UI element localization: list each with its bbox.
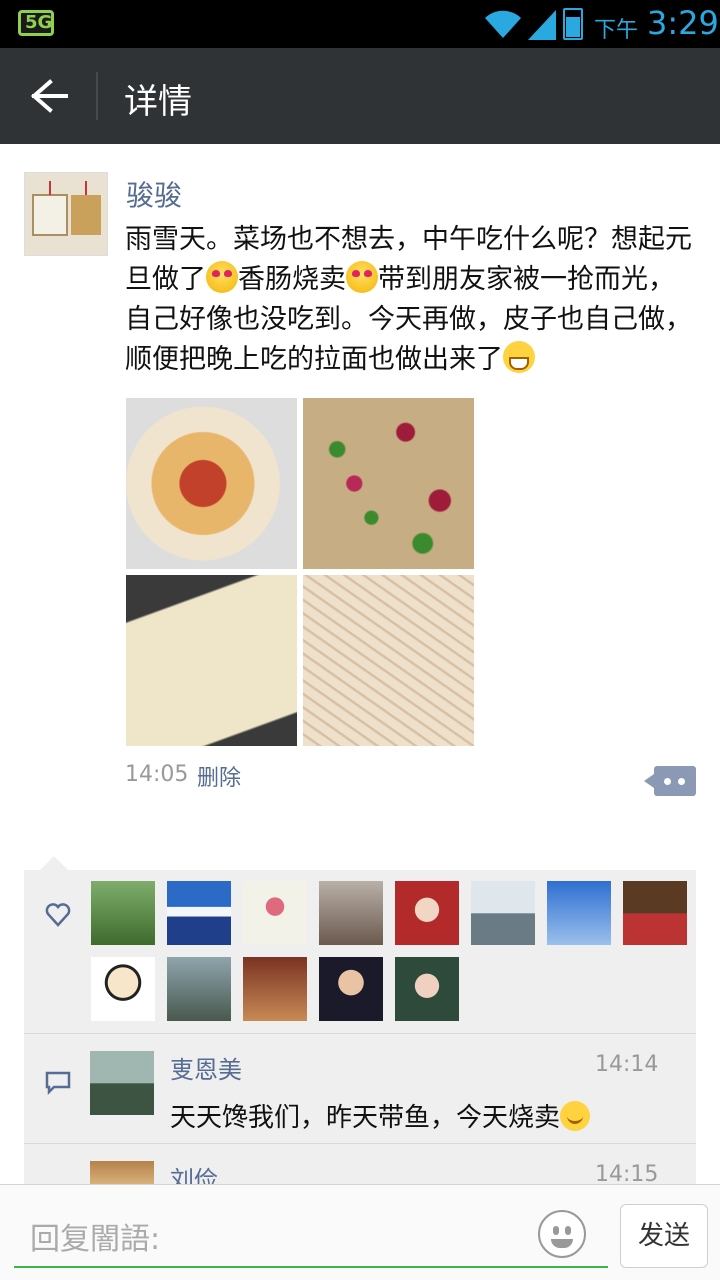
liker-avatar[interactable]	[547, 881, 611, 945]
back-arrow-icon[interactable]	[22, 76, 74, 116]
comment-icon	[45, 1071, 71, 1096]
delete-button[interactable]: 删除	[197, 760, 241, 792]
clock: 3:29	[647, 4, 719, 42]
liker-avatar[interactable]	[91, 957, 155, 1021]
signal-icon	[528, 10, 556, 40]
commenter-name[interactable]: 叓恩美	[170, 1050, 242, 1085]
post-content: 雨雪天。菜场也不想去，中午吃什么呢？想起元旦做了 香肠烧卖 带到朋友家被一抢而光，自…	[125, 220, 695, 380]
post-photo-2[interactable]	[303, 398, 474, 569]
divider	[24, 1033, 696, 1034]
heart-eyes-emoji-icon	[346, 261, 378, 293]
comment-text-content: 天天馋我们，昨天带鱼，今天烧卖	[170, 1103, 561, 1133]
dot-icon	[664, 778, 671, 785]
dot-icon	[678, 778, 685, 785]
post-photo-3[interactable]	[126, 575, 297, 746]
battery-icon	[563, 8, 583, 40]
page-title: 详情	[124, 82, 192, 122]
divider	[24, 1143, 696, 1144]
liker-avatar[interactable]	[319, 957, 383, 1021]
post-text-part2: 香肠烧卖	[238, 264, 346, 295]
wifi-icon	[485, 10, 521, 38]
liker-avatar[interactable]	[395, 881, 459, 945]
liker-avatar[interactable]	[167, 881, 231, 945]
smile-emoji-icon	[560, 1101, 591, 1131]
post-photo-4[interactable]	[303, 575, 474, 746]
comment-text: 天天馋我们，昨天带鱼，今天烧卖	[170, 1097, 591, 1134]
commenter-avatar[interactable]	[90, 1161, 154, 1184]
more-actions-button[interactable]	[644, 766, 696, 796]
liker-avatar[interactable]	[471, 881, 535, 945]
liker-avatar[interactable]	[395, 957, 459, 1021]
divider	[96, 72, 98, 120]
liker-avatar[interactable]	[319, 881, 383, 945]
status-bar: 5G 下午 3:29	[0, 0, 720, 48]
heart-icon	[45, 903, 71, 927]
comment-time: 14:15	[595, 1162, 659, 1184]
post-photo-1[interactable]	[126, 398, 297, 569]
heart-eyes-emoji-icon	[206, 261, 238, 293]
avatar-image	[25, 173, 107, 255]
time-prefix: 下午	[594, 18, 639, 43]
post-time: 14:05	[125, 762, 189, 787]
commenter-name[interactable]: 刘俭	[170, 1160, 218, 1184]
emoji-button[interactable]	[538, 1210, 586, 1258]
network-type-icon: 5G	[18, 10, 54, 36]
commenter-avatar[interactable]	[90, 1051, 154, 1115]
liker-avatar[interactable]	[243, 881, 307, 945]
send-button[interactable]: 发送	[620, 1204, 708, 1268]
liker-avatar[interactable]	[623, 881, 687, 945]
title-bar: 详情	[0, 48, 720, 144]
author-avatar[interactable]	[24, 172, 108, 256]
liker-avatar[interactable]	[91, 881, 155, 945]
author-name[interactable]: 骏骏	[126, 174, 182, 214]
smile-icon	[551, 1239, 573, 1248]
grin-emoji-icon	[503, 341, 535, 373]
liker-avatar[interactable]	[243, 957, 307, 1021]
panel-pointer	[40, 856, 68, 870]
reply-placeholder: 回复闇語:	[30, 1222, 161, 1257]
comment-time: 14:14	[595, 1052, 659, 1077]
liker-avatar[interactable]	[167, 957, 231, 1021]
